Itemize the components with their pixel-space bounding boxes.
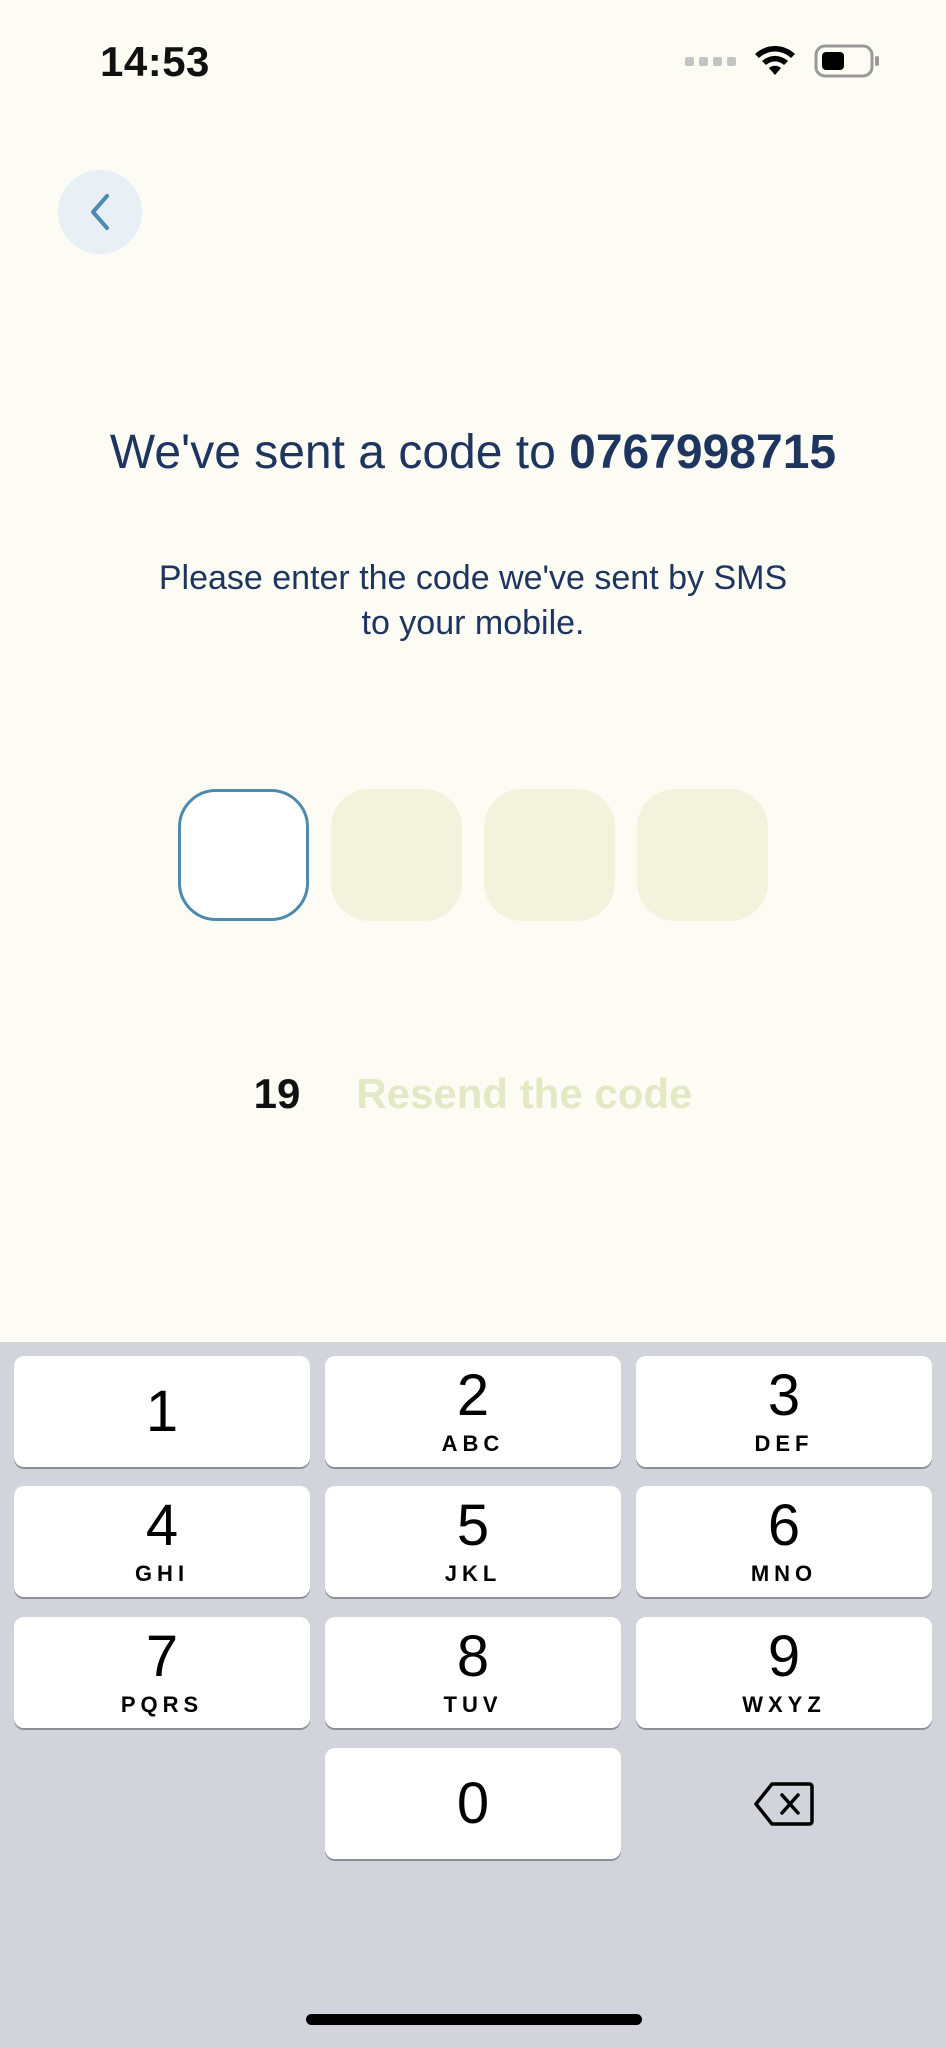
key-7[interactable]: 7 PQRS xyxy=(14,1617,310,1728)
otp-digit-2[interactable] xyxy=(331,789,462,921)
battery-icon xyxy=(814,44,879,78)
key-digit: 3 xyxy=(767,1362,801,1428)
key-8[interactable]: 8 TUV xyxy=(325,1617,621,1728)
key-digit: 1 xyxy=(145,1378,179,1444)
otp-digit-1[interactable] xyxy=(178,789,309,921)
home-indicator[interactable] xyxy=(306,2014,642,2025)
key-6[interactable]: 6 MNO xyxy=(636,1486,932,1597)
key-letters: PQRS xyxy=(120,1691,204,1717)
signal-dots-icon xyxy=(685,56,736,66)
key-letters: GHI xyxy=(134,1560,190,1586)
resend-code-link[interactable]: Resend the code xyxy=(356,1070,692,1118)
key-digit: 2 xyxy=(456,1362,490,1428)
phone-number: 0767998715 xyxy=(569,426,837,479)
key-digit: 5 xyxy=(456,1492,490,1558)
otp-digit-3[interactable] xyxy=(484,789,615,921)
otp-input-group xyxy=(178,789,768,921)
key-letters: WXYZ xyxy=(742,1691,826,1717)
chevron-left-icon xyxy=(91,194,109,230)
otp-digit-4[interactable] xyxy=(637,789,768,921)
page-title: We've sent a code to 0767998715 xyxy=(0,425,946,480)
status-time: 14:53 xyxy=(100,38,210,85)
key-9[interactable]: 9 WXYZ xyxy=(636,1617,932,1728)
wifi-icon xyxy=(755,46,795,75)
key-1[interactable]: 1 xyxy=(14,1356,310,1467)
status-bar: 14:53 xyxy=(0,0,946,120)
key-digit: 4 xyxy=(145,1492,179,1558)
resend-row: 19 Resend the code xyxy=(0,1070,946,1118)
delete-key[interactable] xyxy=(636,1748,932,1859)
title-prefix: We've sent a code to xyxy=(109,426,570,479)
instruction-text: Please enter the code we've sent by SMS … xyxy=(0,556,946,646)
key-letters: JKL xyxy=(444,1560,502,1586)
key-3[interactable]: 3 DEF xyxy=(636,1356,932,1467)
instruction-line-1: Please enter the code we've sent by SMS xyxy=(158,559,788,597)
key-letters: ABC xyxy=(441,1430,505,1456)
backspace-icon xyxy=(754,1781,814,1826)
key-letters: MNO xyxy=(750,1560,818,1586)
key-5[interactable]: 5 JKL xyxy=(325,1486,621,1597)
key-4[interactable]: 4 GHI xyxy=(14,1486,310,1597)
key-2[interactable]: 2 ABC xyxy=(325,1356,621,1467)
key-letters: TUV xyxy=(443,1691,503,1717)
key-digit: 8 xyxy=(456,1623,490,1689)
instruction-line-2: to your mobile. xyxy=(361,604,585,642)
back-button[interactable] xyxy=(58,170,142,254)
key-digit: 0 xyxy=(456,1770,490,1836)
key-digit: 7 xyxy=(145,1623,179,1689)
key-letters: DEF xyxy=(754,1430,814,1456)
key-digit: 9 xyxy=(767,1623,801,1689)
key-digit: 6 xyxy=(767,1492,801,1558)
status-icons xyxy=(685,44,880,78)
key-0[interactable]: 0 xyxy=(325,1748,621,1859)
countdown-timer: 19 xyxy=(253,1070,301,1117)
